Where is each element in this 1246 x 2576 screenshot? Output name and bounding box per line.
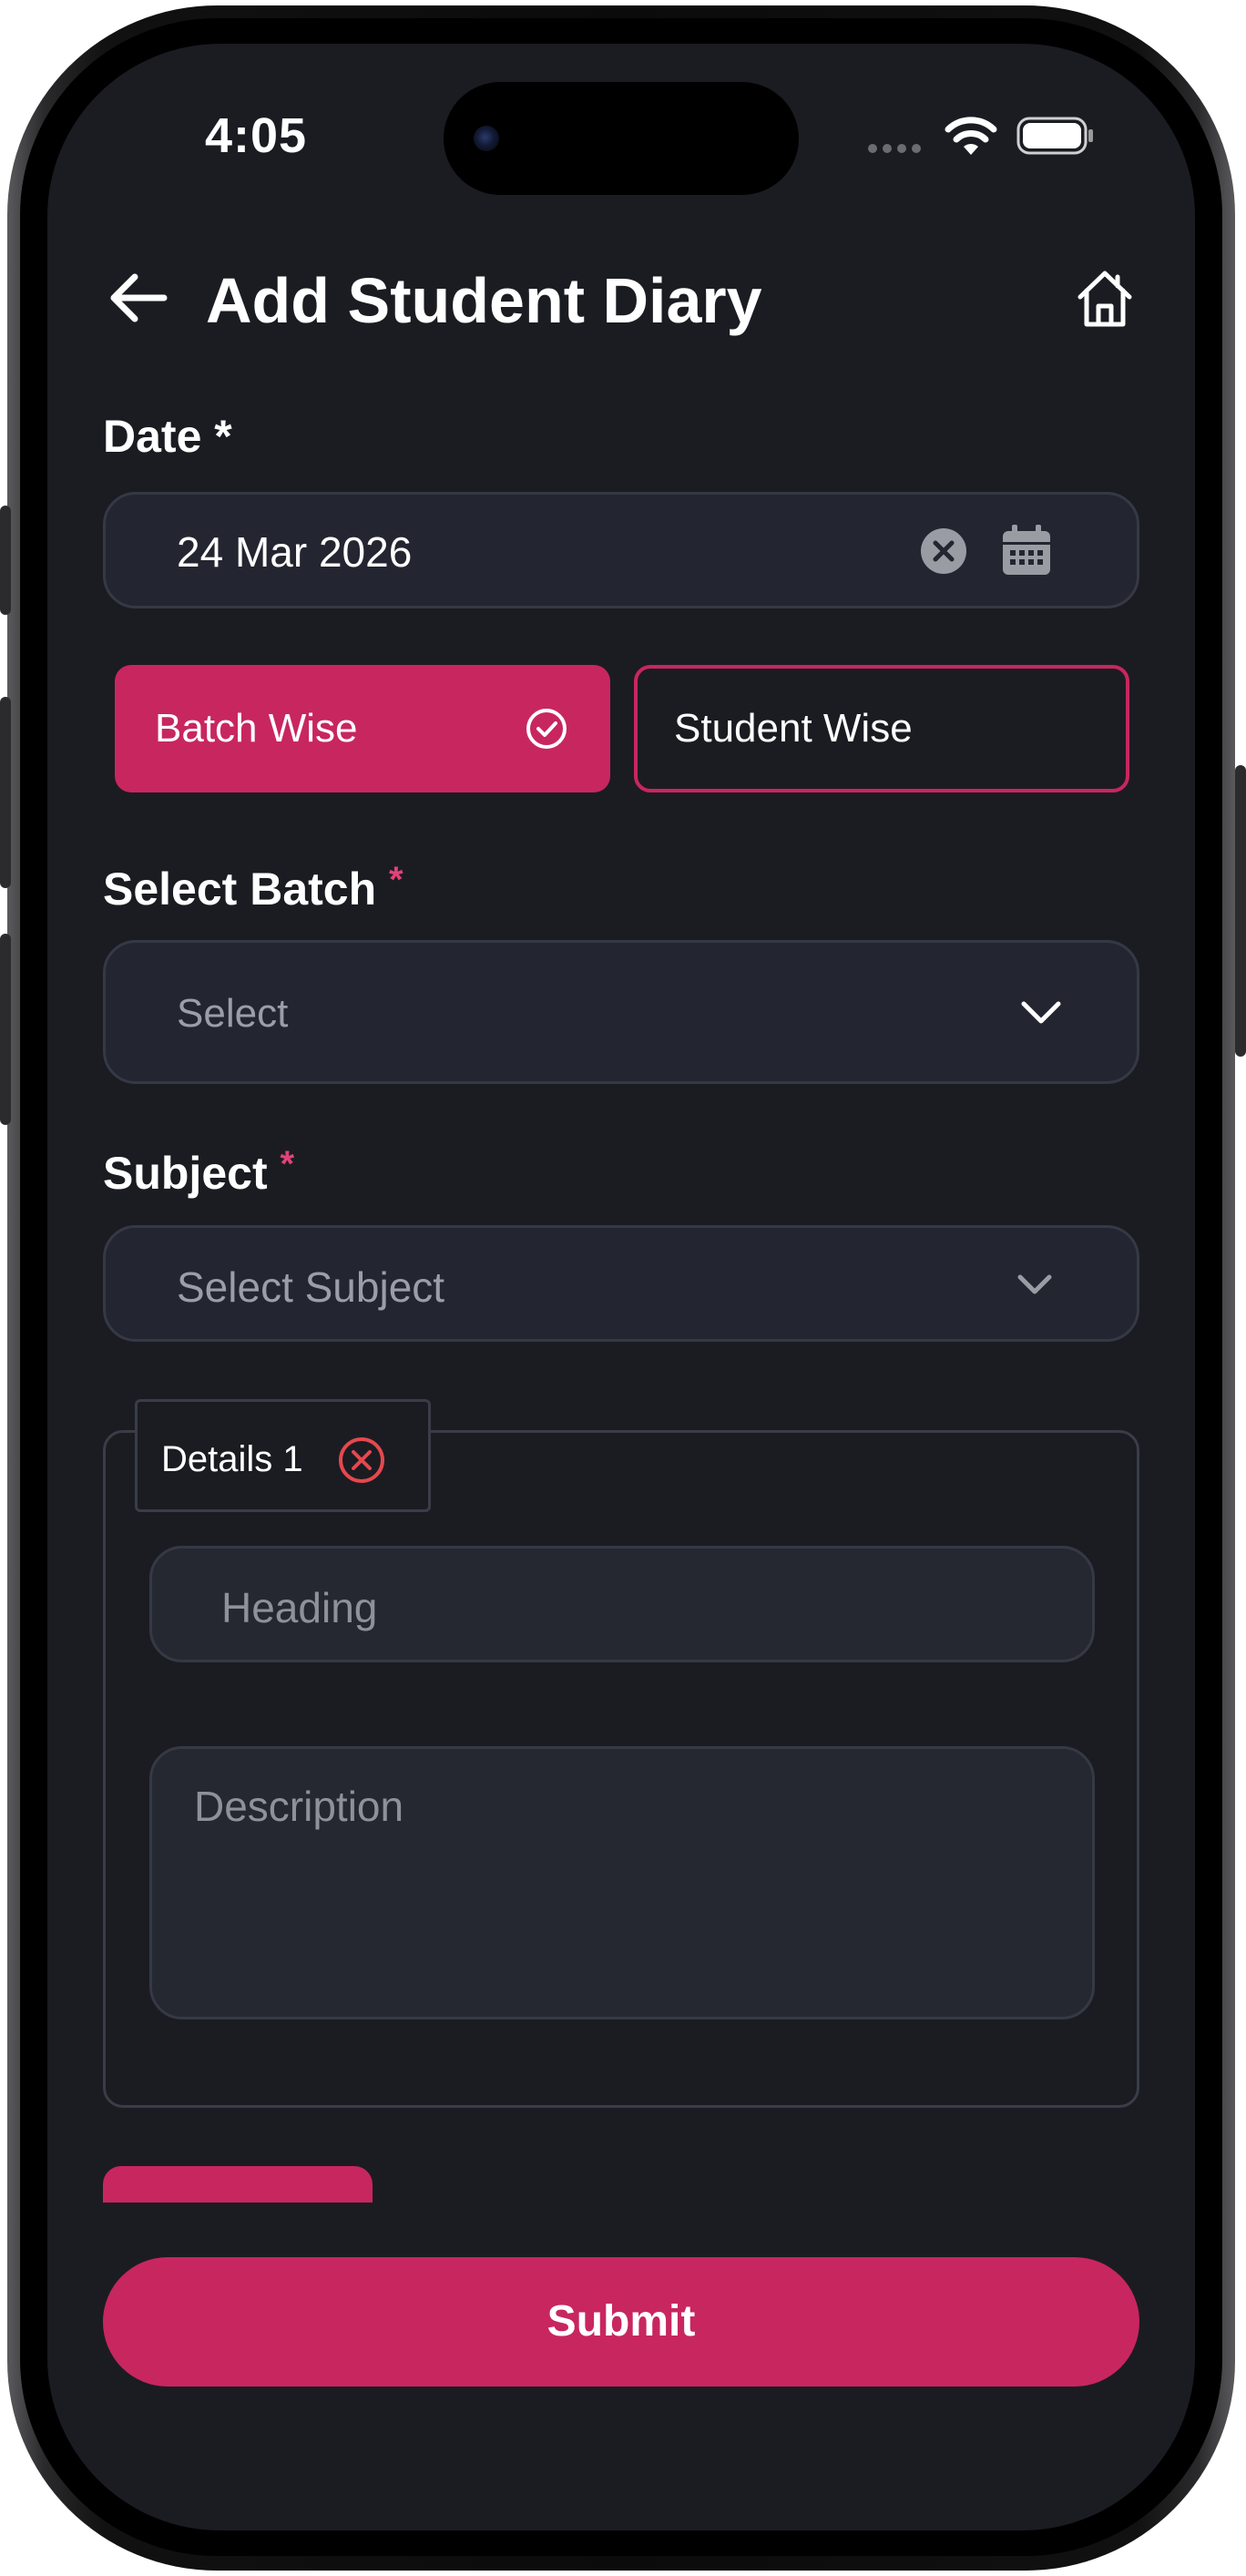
- clear-icon[interactable]: [920, 527, 967, 575]
- wifi-icon: [945, 117, 997, 155]
- check-circle-icon: [526, 709, 567, 749]
- date-label-text: Date: [103, 411, 202, 462]
- calendar-icon[interactable]: [1001, 524, 1052, 577]
- submit-button[interactable]: Submit: [103, 2257, 1139, 2387]
- heading-input[interactable]: Heading: [149, 1546, 1095, 1662]
- date-value: 24 Mar 2026: [177, 528, 413, 576]
- back-arrow-icon[interactable]: [107, 271, 168, 324]
- tab-student-wise-label: Student Wise: [674, 706, 913, 751]
- date-required-mark: *: [214, 411, 232, 462]
- details-tab-label: Details 1: [161, 1439, 303, 1479]
- batch-placeholder: Select: [177, 991, 289, 1036]
- chevron-down-icon: [1017, 1274, 1052, 1294]
- volume-up-button: [0, 697, 11, 888]
- remove-circle-icon[interactable]: [336, 1435, 387, 1486]
- batch-label-text: Select Batch: [103, 864, 377, 915]
- batch-required-mark: *: [389, 860, 403, 900]
- volume-down-button: [0, 934, 11, 1125]
- subject-select[interactable]: Select Subject: [103, 1225, 1139, 1342]
- subject-label: Subject *: [103, 1144, 294, 1200]
- date-field[interactable]: 24 Mar 2026: [103, 492, 1139, 608]
- add-details-button[interactable]: [103, 2166, 373, 2203]
- date-label: Date *: [103, 410, 232, 463]
- power-button: [1235, 765, 1246, 1057]
- subject-placeholder: Select Subject: [177, 1263, 445, 1311]
- tab-student-wise[interactable]: Student Wise: [634, 665, 1129, 792]
- subject-required-mark: *: [280, 1144, 295, 1184]
- batch-label: Select Batch *: [103, 860, 403, 915]
- details-tab: Details 1: [135, 1399, 431, 1512]
- description-textarea[interactable]: Description: [149, 1746, 1095, 2019]
- status-time: 4:05: [205, 108, 308, 163]
- front-camera: [474, 126, 499, 151]
- page-title: Add Student Diary: [206, 265, 762, 336]
- battery-icon: [1016, 117, 1093, 155]
- home-icon[interactable]: [1073, 266, 1137, 330]
- tab-batch-wise[interactable]: Batch Wise: [115, 665, 610, 792]
- heading-placeholder: Heading: [221, 1584, 378, 1631]
- action-button: [0, 506, 11, 615]
- signal-icon: [868, 144, 921, 153]
- subject-label-text: Subject: [103, 1148, 268, 1199]
- description-placeholder: Description: [194, 1783, 404, 1830]
- chevron-down-icon: [1021, 1001, 1061, 1024]
- batch-select[interactable]: Select: [103, 940, 1139, 1084]
- submit-button-label: Submit: [546, 2297, 696, 2346]
- tab-batch-wise-label: Batch Wise: [155, 706, 358, 751]
